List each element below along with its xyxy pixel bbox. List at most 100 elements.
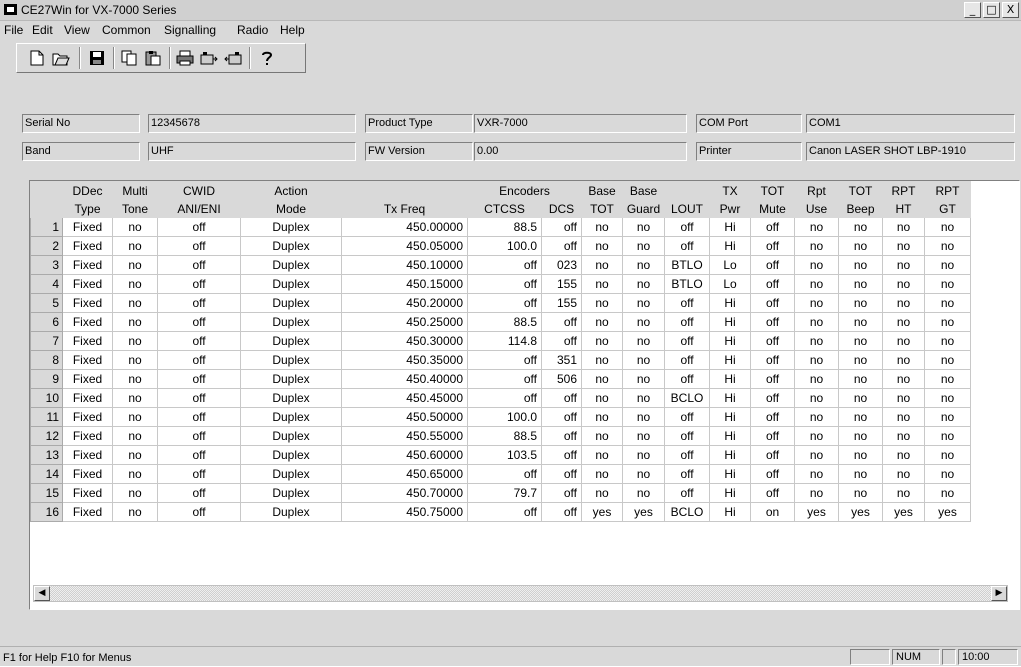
base-tot-cell[interactable]: no	[581, 331, 623, 351]
action-mode-cell[interactable]: Duplex	[240, 293, 342, 313]
table-row[interactable]: 15 Fixed no off Duplex 450.70000 79.7 off no no of…	[30, 483, 971, 503]
header-ddec-type[interactable]: Type	[62, 199, 113, 218]
rpt-use-cell[interactable]: no	[794, 388, 839, 408]
table-row[interactable]: 13 Fixed no off Duplex 450.60000 103.5 off no no o…	[30, 445, 971, 465]
rpt-ht-cell[interactable]: no	[882, 426, 925, 446]
minimize-button[interactable]: _	[964, 2, 981, 18]
base-tot-cell[interactable]: no	[581, 350, 623, 370]
tot-beep-cell[interactable]: no	[838, 388, 883, 408]
tot-beep-cell[interactable]: no	[838, 350, 883, 370]
rpt-ht-cell[interactable]: no	[882, 312, 925, 332]
action-mode-cell[interactable]: Duplex	[240, 445, 342, 465]
read-radio-icon[interactable]	[199, 48, 219, 68]
copy-icon[interactable]	[119, 48, 139, 68]
tot-mute-cell[interactable]: off	[750, 464, 795, 484]
rpt-gt-cell[interactable]: no	[924, 255, 971, 275]
rpt-gt-cell[interactable]: no	[924, 236, 971, 256]
tot-mute-cell[interactable]: off	[750, 274, 795, 294]
tx-pwr-cell[interactable]: Hi	[709, 464, 751, 484]
rpt-ht-cell[interactable]: no	[882, 217, 925, 237]
lout-cell[interactable]: off	[664, 407, 710, 427]
base-guard-cell[interactable]: no	[622, 274, 665, 294]
header-lout[interactable]: LOUT	[664, 199, 710, 218]
cwid-ani-cell[interactable]: off	[157, 407, 241, 427]
base-guard-cell[interactable]: no	[622, 445, 665, 465]
rpt-use-cell[interactable]: no	[794, 217, 839, 237]
base-guard-cell[interactable]: no	[622, 426, 665, 446]
rpt-gt-cell[interactable]: no	[924, 312, 971, 332]
multi-tone-cell[interactable]: no	[112, 426, 158, 446]
base-guard-cell[interactable]: no	[622, 236, 665, 256]
header-dcs[interactable]: DCS	[541, 199, 582, 218]
base-tot-cell[interactable]: no	[581, 255, 623, 275]
tot-beep-cell[interactable]: no	[838, 236, 883, 256]
dcs-cell[interactable]: 506	[541, 369, 582, 389]
rpt-ht-cell[interactable]: no	[882, 483, 925, 503]
lout-cell[interactable]: off	[664, 369, 710, 389]
tx-pwr-cell[interactable]: Hi	[709, 312, 751, 332]
table-row[interactable]: 8 Fixed no off Duplex 450.35000 off 351 no no off H…	[30, 350, 971, 370]
cwid-ani-cell[interactable]: off	[157, 255, 241, 275]
lout-cell[interactable]: BTLO	[664, 274, 710, 294]
lout-cell[interactable]: off	[664, 464, 710, 484]
tx-freq-cell[interactable]: 450.20000	[341, 293, 468, 313]
lout-cell[interactable]: off	[664, 293, 710, 313]
menu-edit[interactable]: Edit	[32, 23, 53, 37]
rpt-gt-cell[interactable]: no	[924, 350, 971, 370]
tx-freq-cell[interactable]: 450.00000	[341, 217, 468, 237]
cwid-ani-cell[interactable]: off	[157, 350, 241, 370]
tx-pwr-cell[interactable]: Hi	[709, 502, 751, 522]
rpt-gt-cell[interactable]: no	[924, 445, 971, 465]
table-row[interactable]: 16 Fixed no off Duplex 450.75000 off off yes yes B…	[30, 502, 971, 522]
table-row[interactable]: 6 Fixed no off Duplex 450.25000 88.5 off no no off…	[30, 312, 971, 332]
ctcss-cell[interactable]: 88.5	[467, 426, 542, 446]
ctcss-cell[interactable]: 88.5	[467, 312, 542, 332]
rpt-gt-cell[interactable]: no	[924, 426, 971, 446]
tot-mute-cell[interactable]: off	[750, 217, 795, 237]
rpt-ht-cell[interactable]: no	[882, 445, 925, 465]
rpt-gt-cell[interactable]: no	[924, 274, 971, 294]
rpt-use-cell[interactable]: no	[794, 331, 839, 351]
header-base-tot[interactable]: TOT	[581, 199, 623, 218]
tot-beep-cell[interactable]: no	[838, 274, 883, 294]
multi-tone-cell[interactable]: no	[112, 464, 158, 484]
rpt-gt-cell[interactable]: no	[924, 217, 971, 237]
tx-freq-cell[interactable]: 450.70000	[341, 483, 468, 503]
header-ctcss[interactable]: CTCSS	[467, 199, 542, 218]
save-icon[interactable]	[87, 48, 107, 68]
base-guard-cell[interactable]: no	[622, 464, 665, 484]
app-icon[interactable]	[4, 4, 17, 15]
ctcss-cell[interactable]: 114.8	[467, 331, 542, 351]
base-tot-cell[interactable]: no	[581, 274, 623, 294]
base-tot-cell[interactable]: no	[581, 217, 623, 237]
tx-freq-cell[interactable]: 450.05000	[341, 236, 468, 256]
tot-mute-cell[interactable]: on	[750, 502, 795, 522]
tot-mute-cell[interactable]: off	[750, 483, 795, 503]
base-guard-cell[interactable]: no	[622, 293, 665, 313]
ctcss-cell[interactable]: off	[467, 350, 542, 370]
tot-beep-cell[interactable]: no	[838, 255, 883, 275]
dcs-cell[interactable]: 351	[541, 350, 582, 370]
header-cwid-ani[interactable]: ANI/ENI	[157, 199, 241, 218]
dcs-cell[interactable]: off	[541, 217, 582, 237]
tot-beep-cell[interactable]: no	[838, 445, 883, 465]
multi-tone-cell[interactable]: no	[112, 369, 158, 389]
base-tot-cell[interactable]: no	[581, 483, 623, 503]
multi-tone-cell[interactable]: no	[112, 293, 158, 313]
rpt-ht-cell[interactable]: no	[882, 388, 925, 408]
ddec-type-cell[interactable]: Fixed	[62, 255, 113, 275]
dcs-cell[interactable]: 155	[541, 293, 582, 313]
action-mode-cell[interactable]: Duplex	[240, 426, 342, 446]
ddec-type-cell[interactable]: Fixed	[62, 293, 113, 313]
rpt-ht-cell[interactable]: no	[882, 255, 925, 275]
ddec-type-cell[interactable]: Fixed	[62, 483, 113, 503]
ddec-type-cell[interactable]: Fixed	[62, 312, 113, 332]
menu-file[interactable]: File	[4, 23, 23, 37]
horizontal-scrollbar[interactable]: ◀ ▶	[33, 585, 1008, 602]
lout-cell[interactable]: off	[664, 217, 710, 237]
lout-cell[interactable]: off	[664, 350, 710, 370]
base-guard-cell[interactable]: no	[622, 369, 665, 389]
rpt-gt-cell[interactable]: yes	[924, 502, 971, 522]
ctcss-cell[interactable]: 79.7	[467, 483, 542, 503]
rpt-ht-cell[interactable]: no	[882, 369, 925, 389]
